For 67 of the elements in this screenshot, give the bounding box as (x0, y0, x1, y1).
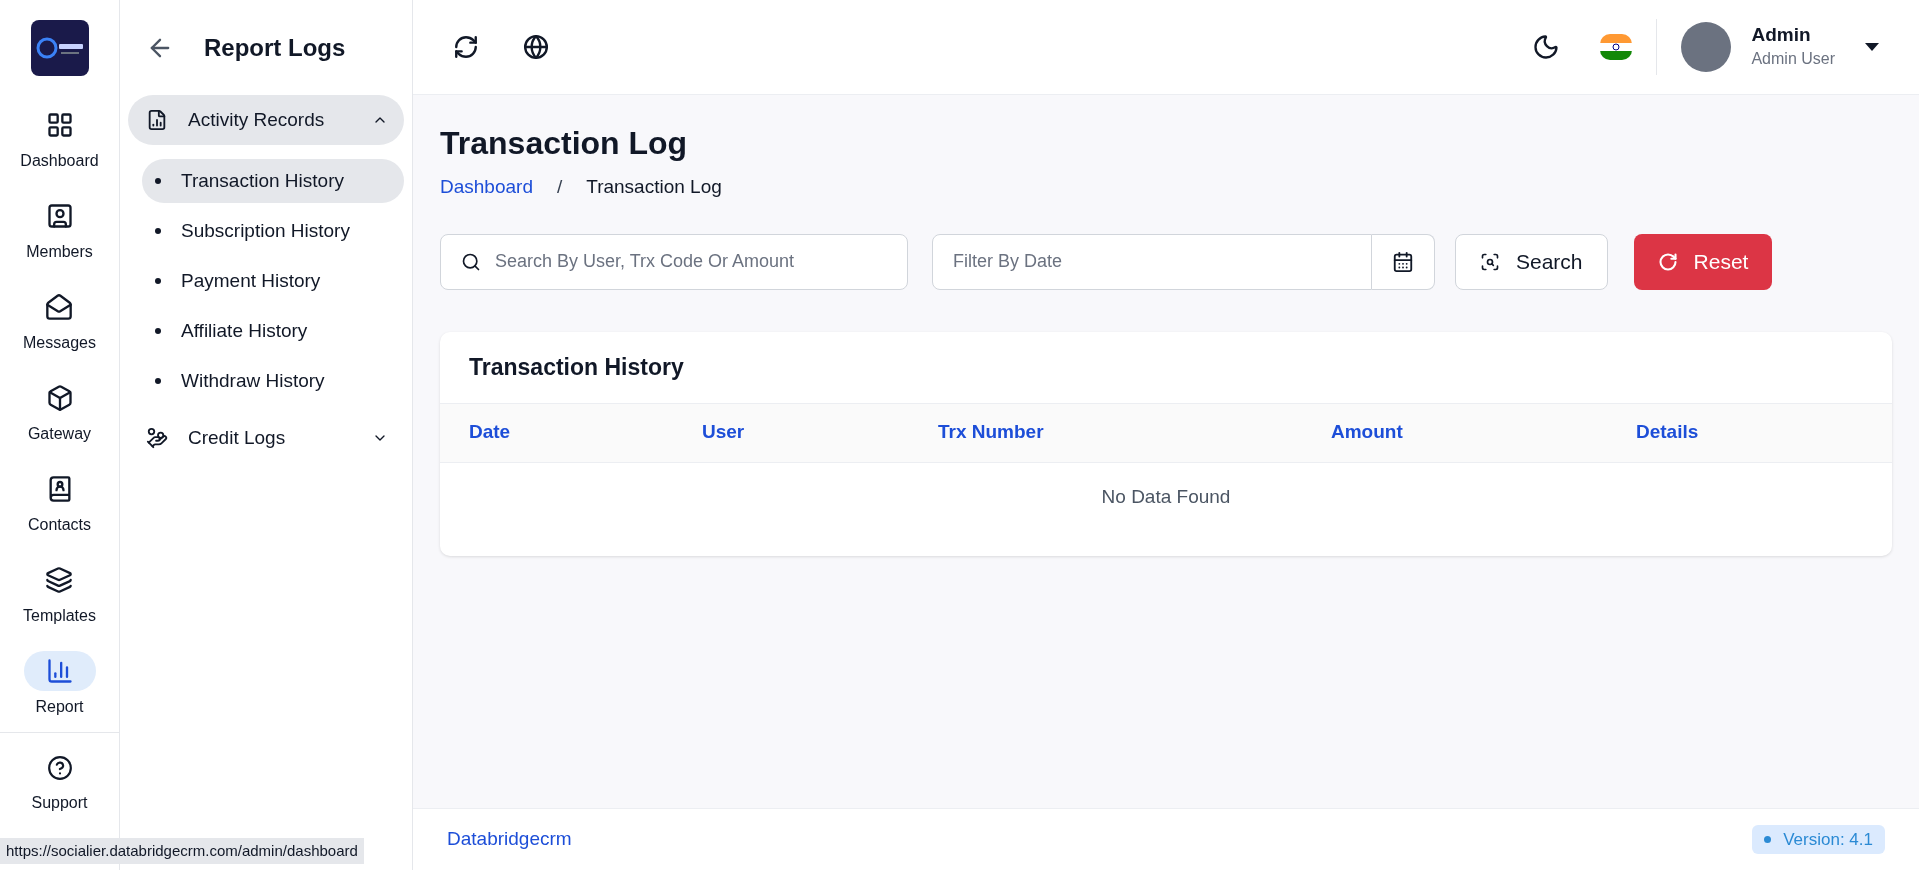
report-icon (146, 109, 168, 131)
menu-group-label: Credit Logs (188, 425, 287, 450)
nav-label[interactable]: Messages (23, 331, 96, 355)
submenu-title: Report Logs (204, 32, 346, 63)
menu-group[interactable]: Activity Records (128, 95, 404, 145)
grid-icon (45, 111, 74, 139)
bullet-icon (155, 178, 161, 184)
date-field[interactable]: Filter By Date (953, 248, 1351, 275)
search-field[interactable]: Search By User, Trx Code Or Amount (495, 248, 887, 275)
menu-group[interactable]: Credit Logs (128, 413, 404, 463)
menu-item[interactable]: Payment History (142, 259, 404, 303)
nav-label[interactable]: Contacts (27, 513, 92, 537)
page-title: Transaction Log (440, 124, 689, 163)
logo-icon[interactable] (30, 19, 89, 76)
menu-group-label: Activity Records (188, 107, 326, 132)
column-header: Amount (1331, 421, 1403, 443)
column-header: User (702, 421, 745, 443)
menu-item[interactable]: Transaction History (142, 159, 404, 203)
user-icon (45, 202, 74, 230)
avatar[interactable] (1681, 22, 1732, 72)
nav-label[interactable]: Report (35, 695, 84, 719)
user-name[interactable]: Admin (1751, 23, 1835, 47)
help-icon[interactable] (46, 755, 73, 781)
search-icon (1480, 251, 1500, 272)
breadcrumb-separator: / (556, 175, 563, 199)
status-url: https://socialier.databridgecrm.com/admin/dashboard (0, 838, 364, 864)
moon-icon[interactable] (1532, 33, 1561, 61)
version-badge: Version: 4.1 (1752, 825, 1885, 854)
bar-chart-icon (45, 657, 74, 685)
empty-message: No Data Found (1101, 484, 1231, 509)
bullet-icon (155, 228, 161, 234)
menu-item[interactable]: Withdraw History (142, 359, 404, 403)
nav-label[interactable]: Templates (23, 604, 96, 628)
bullet-icon (155, 378, 161, 384)
nav-label[interactable]: Members (26, 240, 93, 264)
column-header: Details (1636, 421, 1699, 443)
hand-coins-icon (146, 427, 168, 449)
bullet-icon (155, 278, 161, 284)
nav-item[interactable] (23, 651, 96, 691)
reset-icon (1657, 251, 1678, 272)
calendar-button[interactable] (1372, 233, 1435, 290)
user-role: Admin User (1751, 49, 1835, 69)
india-flag-icon[interactable] (1600, 34, 1633, 60)
caret-down-icon[interactable] (1865, 43, 1879, 51)
footer-brand-link[interactable]: Databridgecrm (447, 825, 572, 854)
refresh-icon[interactable] (453, 34, 479, 60)
card-title: Transaction History (469, 352, 684, 382)
breadcrumb-link[interactable]: Dashboard (440, 173, 533, 202)
search-button[interactable]: Search (1455, 233, 1608, 290)
column-header: Date (469, 421, 511, 443)
column-header: Trx Number (938, 421, 1044, 443)
envelope-icon (45, 293, 74, 321)
search-icon (461, 251, 481, 272)
breadcrumb-current: Transaction Log (586, 175, 722, 199)
nav-label[interactable]: Dashboard (20, 149, 99, 173)
menu-item[interactable]: Affiliate History (142, 309, 404, 353)
globe-icon[interactable] (523, 34, 549, 60)
menu-item[interactable]: Subscription History (142, 209, 404, 253)
layers-icon (45, 566, 74, 594)
nav-label[interactable]: Support (31, 791, 88, 815)
bullet-icon (155, 328, 161, 334)
calendar-icon (1392, 250, 1414, 273)
cube-icon (45, 384, 74, 412)
reset-button[interactable]: Reset (1633, 233, 1773, 290)
search-box[interactable]: Search By User, Trx Code Or Amount (440, 233, 908, 290)
date-box[interactable]: Filter By Date (932, 233, 1372, 290)
nav-label[interactable]: Gateway (27, 422, 92, 446)
